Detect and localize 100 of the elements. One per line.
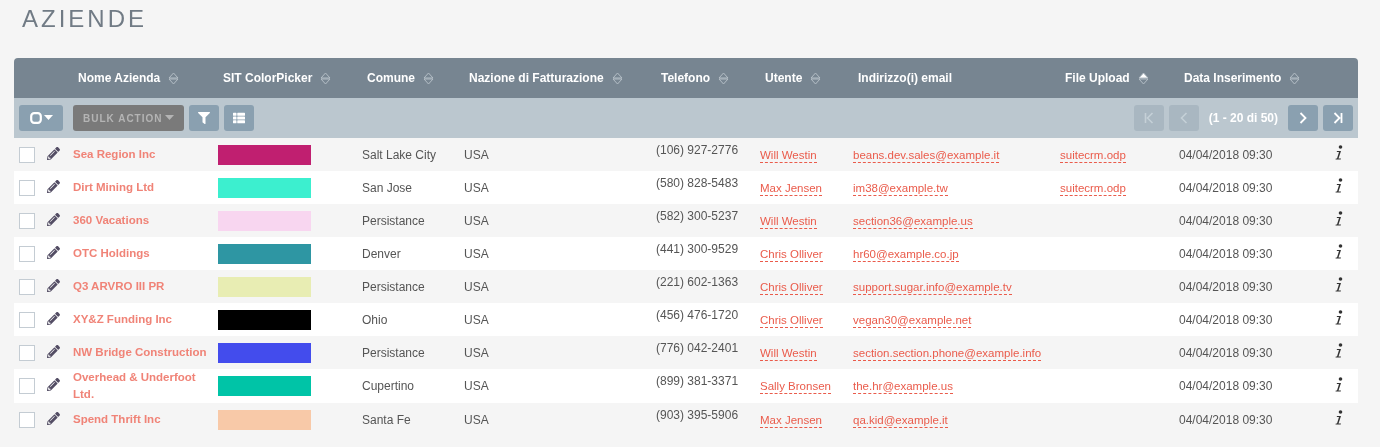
row-checkbox[interactable]	[19, 146, 35, 163]
country-text: USA	[464, 345, 489, 360]
date-text: 04/04/2018 09:30	[1179, 147, 1273, 162]
user-link[interactable]: Chris Olliver	[760, 247, 823, 262]
email-link[interactable]: qa.kid@example.it	[853, 413, 948, 428]
date-text: 04/04/2018 09:30	[1179, 312, 1273, 327]
pagination-summary: (1 - 20 di 50)	[1208, 111, 1278, 125]
city-text: Santa Fe	[362, 412, 411, 427]
email-link[interactable]: section36@example.us	[853, 214, 973, 229]
user-link[interactable]: Chris Olliver	[760, 280, 823, 295]
email-link[interactable]: beans.dev.sales@example.it	[853, 148, 1000, 163]
chevron-left-icon	[1179, 112, 1188, 124]
company-name-link[interactable]: Spend Thrift Inc	[73, 411, 209, 428]
info-icon[interactable]	[1335, 343, 1343, 359]
edit-icon[interactable]	[47, 179, 60, 193]
city-text: San Jose	[362, 180, 413, 195]
company-name-link[interactable]: XY&Z Funding Inc	[73, 311, 209, 328]
edit-icon[interactable]	[47, 344, 60, 358]
user-link[interactable]: Will Westin	[760, 148, 817, 163]
row-checkbox[interactable]	[19, 245, 35, 262]
last-page-button[interactable]	[1323, 105, 1353, 131]
date-text: 04/04/2018 09:30	[1179, 412, 1273, 427]
user-link[interactable]: Sally Bronsen	[760, 380, 831, 394]
info-icon[interactable]	[1335, 211, 1343, 227]
country-text: USA	[464, 279, 489, 294]
page-title: AZIENDE	[21, 4, 148, 34]
file-link[interactable]: suitecrm.odp	[1060, 181, 1126, 196]
user-link[interactable]: Max Jensen	[760, 413, 822, 428]
info-icon[interactable]	[1335, 178, 1343, 194]
user-link[interactable]: Max Jensen	[760, 181, 822, 196]
sort-icon[interactable]	[810, 71, 822, 85]
column-header[interactable]: Nazione di Fatturazione	[469, 71, 604, 85]
row-checkbox[interactable]	[19, 411, 35, 428]
info-icon[interactable]	[1335, 376, 1343, 393]
info-icon[interactable]	[1335, 410, 1343, 426]
company-name-link[interactable]: Q3 ARVRO III PR	[73, 278, 209, 295]
select-all-button[interactable]	[19, 105, 63, 131]
email-link[interactable]: hr60@example.co.jp	[853, 247, 959, 262]
edit-icon[interactable]	[47, 212, 60, 226]
column-header[interactable]: Data Inserimento	[1184, 71, 1282, 85]
sort-icon[interactable]	[168, 71, 180, 85]
row-checkbox[interactable]	[19, 179, 35, 196]
row-checkbox[interactable]	[19, 278, 35, 295]
phone-text: (776) 042-2401	[656, 341, 739, 355]
phone-text: (441) 300-9529	[656, 242, 739, 256]
caret-icon	[43, 115, 53, 121]
info-icon[interactable]	[1335, 310, 1343, 326]
company-name-link[interactable]: Overhead & Underfoot Ltd.	[73, 369, 209, 403]
row-checkbox[interactable]	[19, 311, 35, 328]
date-text: 04/04/2018 09:30	[1179, 180, 1273, 195]
file-link[interactable]: suitecrm.odp	[1060, 148, 1126, 163]
row-checkbox[interactable]	[19, 212, 35, 229]
column-header[interactable]: SIT ColorPicker	[223, 71, 313, 85]
sort-icon[interactable]	[611, 71, 623, 85]
edit-icon[interactable]	[47, 411, 60, 425]
info-icon[interactable]	[1335, 145, 1343, 161]
filter-button[interactable]	[188, 105, 219, 131]
company-name-link[interactable]: Dirt Mining Ltd	[73, 179, 209, 196]
country-text: USA	[464, 213, 489, 228]
column-header[interactable]: Comune	[367, 71, 415, 85]
row-checkbox[interactable]	[19, 378, 35, 394]
user-link[interactable]: Will Westin	[760, 214, 817, 229]
sort-icon[interactable]	[423, 71, 434, 85]
user-link[interactable]: Will Westin	[760, 346, 817, 361]
next-page-button[interactable]	[1288, 105, 1318, 131]
column-header[interactable]: Utente	[765, 71, 803, 85]
date-text: 04/04/2018 09:30	[1179, 213, 1273, 228]
company-name-link[interactable]: OTC Holdings	[73, 245, 209, 262]
edit-icon[interactable]	[47, 278, 60, 292]
sort-icon[interactable]	[1289, 71, 1301, 85]
city-text: Ohio	[362, 312, 388, 327]
email-link[interactable]: im38@example.tw	[853, 181, 948, 196]
column-header[interactable]: File Upload	[1065, 71, 1130, 85]
email-link[interactable]: section.section.phone@example.info	[853, 346, 1042, 361]
row-checkbox[interactable]	[19, 344, 35, 361]
date-text: 04/04/2018 09:30	[1179, 345, 1273, 360]
city-text: Persistance	[362, 345, 425, 360]
city-text: Denver	[362, 246, 401, 261]
filter-icon	[197, 112, 210, 124]
sort-icon[interactable]	[1137, 71, 1149, 85]
email-link[interactable]: the.hr@example.us	[853, 380, 953, 394]
company-name-link[interactable]: NW Bridge Construction	[73, 344, 209, 361]
email-link[interactable]: support.sugar.info@example.tv	[853, 280, 1012, 295]
sort-icon[interactable]	[718, 71, 730, 85]
edit-icon[interactable]	[47, 311, 60, 325]
user-link[interactable]: Chris Olliver	[760, 313, 823, 328]
column-chooser-button[interactable]	[223, 105, 254, 131]
sort-icon[interactable]	[320, 71, 332, 85]
date-text: 04/04/2018 09:30	[1179, 246, 1273, 261]
company-name-link[interactable]: 360 Vacations	[73, 212, 209, 229]
edit-icon[interactable]	[47, 245, 60, 259]
company-name-link[interactable]: Sea Region Inc	[73, 146, 209, 163]
phone-text: (580) 828-5483	[656, 176, 739, 190]
info-icon[interactable]	[1335, 277, 1343, 293]
info-icon[interactable]	[1335, 244, 1343, 260]
column-header[interactable]: Telefono	[661, 71, 711, 85]
edit-icon[interactable]	[47, 146, 60, 160]
column-header[interactable]: Nome Azienda	[78, 71, 161, 85]
edit-icon[interactable]	[47, 378, 60, 391]
email-link[interactable]: vegan30@example.net	[853, 313, 972, 328]
